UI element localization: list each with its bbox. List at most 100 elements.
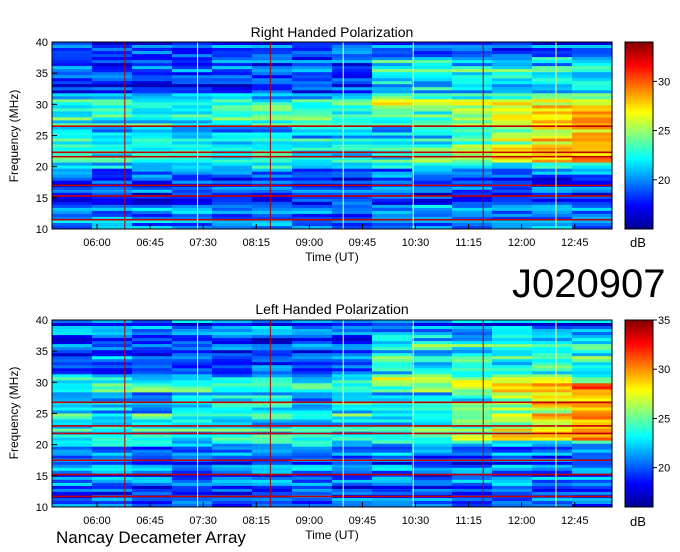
heatmap-cell xyxy=(92,482,133,487)
heatmap-cell xyxy=(492,332,533,336)
heatmap-cell xyxy=(52,404,93,408)
heatmap-cell xyxy=(532,501,573,505)
heatmap-cell xyxy=(172,392,213,396)
heatmap-cell xyxy=(332,320,373,324)
x-tick-label: 11:15 xyxy=(455,237,482,249)
heatmap-cell xyxy=(132,455,173,460)
heatmap-cell xyxy=(52,380,93,384)
heatmap-cell xyxy=(492,117,533,121)
left-polarization-colorbar-ticks: 20253035 xyxy=(653,315,670,475)
heatmap-cell xyxy=(92,147,133,152)
heatmap-cell xyxy=(132,204,173,209)
heatmap-cell xyxy=(412,404,453,408)
heatmap-cell xyxy=(572,392,613,396)
y-tick-label: 10 xyxy=(36,502,48,514)
heatmap-cell xyxy=(132,380,173,384)
heatmap-cell xyxy=(372,344,413,348)
heatmap-cell xyxy=(452,467,493,472)
heatmap-cell xyxy=(212,359,253,363)
heatmap-cell xyxy=(572,126,613,130)
heatmap-cell xyxy=(532,99,573,103)
heatmap-cell xyxy=(332,476,373,481)
heatmap-cell xyxy=(172,147,213,152)
heatmap-cell xyxy=(172,332,213,336)
heatmap-cell xyxy=(132,323,173,327)
heatmap-cell xyxy=(52,69,93,73)
heatmap-cell xyxy=(252,114,293,118)
heatmap-cell xyxy=(212,398,253,402)
heatmap-cell xyxy=(292,204,333,209)
heatmap-cell xyxy=(92,443,133,448)
heatmap-cell xyxy=(412,114,453,118)
heatmap-cell xyxy=(92,374,133,378)
heatmap-cell xyxy=(212,60,253,64)
heatmap-cell xyxy=(172,341,213,345)
heatmap-cell xyxy=(172,210,213,215)
heatmap-cell xyxy=(212,365,253,369)
heatmap-cell xyxy=(452,48,493,52)
heatmap-cell xyxy=(172,413,213,417)
heatmap-cell xyxy=(132,213,173,218)
heatmap-cell xyxy=(412,78,453,82)
heatmap-cell xyxy=(92,356,133,360)
heatmap-cell xyxy=(292,452,333,457)
heatmap-cell xyxy=(412,443,453,448)
heatmap-cell xyxy=(132,392,173,396)
heatmap-cell xyxy=(412,90,453,94)
heatmap-cell xyxy=(132,398,173,402)
heatmap-cell xyxy=(172,48,213,52)
heatmap-cell xyxy=(52,359,93,363)
heatmap-cell xyxy=(532,147,573,152)
heatmap-cell xyxy=(132,111,173,115)
heatmap-cell xyxy=(92,440,133,445)
heatmap-cell xyxy=(332,189,373,194)
heatmap-cell xyxy=(572,437,613,442)
heatmap-cell xyxy=(52,344,93,348)
heatmap-cell xyxy=(572,223,613,227)
heatmap-cell xyxy=(412,326,453,330)
heatmap-cell xyxy=(372,380,413,384)
heatmap-cell xyxy=(212,168,253,173)
heatmap-cell xyxy=(572,470,613,475)
heatmap-cell xyxy=(492,102,533,106)
heatmap-cell xyxy=(332,501,373,505)
heatmap-cell xyxy=(132,141,173,145)
heatmap-cell xyxy=(252,356,293,360)
heatmap-cell xyxy=(372,141,413,145)
heatmap-cell xyxy=(572,66,613,70)
heatmap-cell xyxy=(532,220,573,224)
heatmap-cell xyxy=(52,66,93,70)
heatmap-cell xyxy=(492,105,533,109)
heatmap-cell xyxy=(572,147,613,152)
heatmap-cell xyxy=(92,467,133,472)
heatmap-cell xyxy=(452,78,493,82)
heatmap-cell xyxy=(492,467,533,472)
heatmap-cell xyxy=(372,177,413,182)
heatmap-cell xyxy=(292,78,333,82)
heatmap-cell xyxy=(372,470,413,475)
heatmap-cell xyxy=(332,498,373,502)
heatmap-cell xyxy=(332,57,373,61)
heatmap-cell xyxy=(572,93,613,97)
heatmap-cell xyxy=(372,467,413,472)
heatmap-cell xyxy=(292,498,333,502)
heatmap-cell xyxy=(492,60,533,64)
heatmap-cell xyxy=(572,99,613,103)
heatmap-cell xyxy=(252,177,293,182)
heatmap-cell xyxy=(52,329,93,333)
heatmap-cell xyxy=(52,213,93,218)
heatmap-cell xyxy=(332,344,373,348)
heatmap-cell xyxy=(452,338,493,342)
heatmap-cell xyxy=(452,207,493,212)
heatmap-cell xyxy=(572,60,613,64)
heatmap-cell xyxy=(132,428,173,433)
instrument-label: Nancay Decameter Array xyxy=(56,528,246,547)
heatmap-cell xyxy=(492,449,533,454)
heatmap-cell xyxy=(412,48,453,52)
heatmap-cell xyxy=(52,87,93,91)
heatmap-cell xyxy=(452,482,493,487)
heatmap-cell xyxy=(492,141,533,145)
heatmap-cell xyxy=(492,344,533,348)
heatmap-cell xyxy=(452,386,493,390)
heatmap-cell xyxy=(372,147,413,152)
